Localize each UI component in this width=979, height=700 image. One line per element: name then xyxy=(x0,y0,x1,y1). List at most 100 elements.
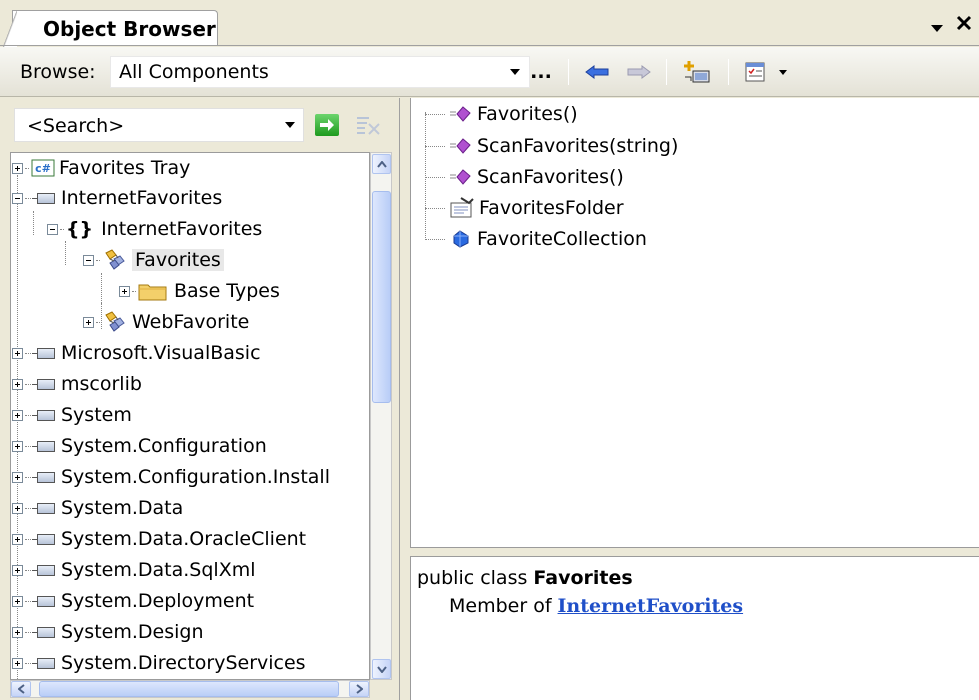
scroll-up-button[interactable] xyxy=(372,154,391,174)
expand-plus-icon[interactable] xyxy=(12,595,23,607)
scroll-right-button[interactable] xyxy=(349,681,369,697)
chevron-down-icon xyxy=(510,69,520,75)
namespace-link[interactable]: InternetFavorites xyxy=(558,595,744,617)
clear-search-icon xyxy=(357,117,380,135)
tree-line xyxy=(65,241,66,265)
description-member-of: Member of InternetFavorites xyxy=(449,595,743,617)
toolbar-separator xyxy=(728,59,729,85)
tree-item-assembly[interactable]: Microsoft.VisualBasic xyxy=(12,339,261,367)
expand-plus-icon[interactable] xyxy=(12,533,23,545)
collapse-minus-icon[interactable] xyxy=(83,254,94,266)
tree-item-assembly[interactable]: System.Data xyxy=(12,494,183,522)
tree-item-webfavorite[interactable]: WebFavorite xyxy=(83,308,249,336)
clear-search-button[interactable] xyxy=(355,114,381,136)
members-pane[interactable]: Favorites() ScanFavorites(string) ScanFa… xyxy=(410,98,979,548)
expand-plus-icon[interactable] xyxy=(12,162,23,174)
tree-item-assembly[interactable]: System.Configuration.Install xyxy=(12,463,330,491)
member-label: FavoriteCollection xyxy=(477,228,647,250)
expand-plus-icon[interactable] xyxy=(12,471,23,483)
member-item[interactable]: Favorites() xyxy=(425,100,578,128)
tab-title: Object Browser xyxy=(43,17,216,41)
tree-item-label: System.Configuration.Install xyxy=(61,466,330,488)
back-button[interactable] xyxy=(582,57,612,87)
field-icon xyxy=(453,230,469,248)
add-reference-button[interactable] xyxy=(680,57,714,87)
expand-plus-icon[interactable] xyxy=(83,316,94,328)
tree-item-assembly[interactable]: System.DirectoryServices xyxy=(12,649,306,677)
chevron-down-icon xyxy=(779,69,787,75)
settings-dropdown-button[interactable] xyxy=(774,57,792,87)
browse-dropdown-button[interactable] xyxy=(505,57,525,87)
expand-plus-icon[interactable] xyxy=(12,657,23,669)
scroll-thumb[interactable] xyxy=(39,681,339,697)
member-item[interactable]: FavoriteCollection xyxy=(425,225,647,253)
method-icon xyxy=(450,138,471,154)
tree-item-assembly[interactable]: System.Data.SqlXml xyxy=(12,556,256,584)
collapse-minus-icon[interactable] xyxy=(47,223,58,235)
objects-tree[interactable]: c# Favorites Tray InternetFavorites {} I… xyxy=(10,152,370,680)
tree-item-assembly[interactable]: System.Deployment xyxy=(12,587,254,615)
folder-icon xyxy=(138,284,167,301)
assembly-icon xyxy=(32,378,55,390)
settings-button[interactable] xyxy=(740,57,770,87)
scroll-down-button[interactable] xyxy=(372,659,391,679)
browse-scope-select[interactable]: All Components xyxy=(110,56,530,88)
back-arrow-icon xyxy=(585,65,609,79)
scroll-left-button[interactable] xyxy=(11,681,31,697)
tree-item-favorites-tray[interactable]: c# Favorites Tray xyxy=(12,154,190,182)
method-icon xyxy=(450,169,471,185)
tree-item-internetfavorites-namespace[interactable]: {} InternetFavorites xyxy=(47,215,262,243)
chevron-right-icon xyxy=(355,684,363,694)
tree-horizontal-scrollbar[interactable] xyxy=(10,680,370,698)
class-icon xyxy=(105,311,125,332)
tree-item-label: System.Configuration xyxy=(61,435,267,457)
tree-vertical-scrollbar[interactable] xyxy=(370,152,392,680)
expand-plus-icon[interactable] xyxy=(12,502,23,514)
tree-item-assembly[interactable]: System.Data.OracleClient xyxy=(12,525,306,553)
tree-connector xyxy=(60,228,64,230)
expand-plus-icon[interactable] xyxy=(119,285,130,297)
forward-button[interactable] xyxy=(624,57,654,87)
tree-item-internetfavorites-assembly[interactable]: InternetFavorites xyxy=(12,184,222,212)
member-item[interactable]: ScanFavorites(string) xyxy=(425,132,678,160)
assembly-icon xyxy=(32,626,55,638)
add-reference-icon xyxy=(684,61,710,83)
method-icon xyxy=(450,106,471,122)
tree-item-assembly[interactable]: mscorlib xyxy=(12,370,142,398)
tree-item-label: InternetFavorites xyxy=(101,218,263,240)
expand-plus-icon[interactable] xyxy=(12,378,23,390)
tree-item-assembly[interactable]: System.Design xyxy=(12,618,204,646)
tree-connector xyxy=(25,167,29,169)
member-label: Favorites() xyxy=(477,103,578,125)
assembly-icon xyxy=(32,502,55,514)
tree-item-assembly[interactable]: System xyxy=(12,401,132,429)
tree-connector xyxy=(425,113,445,115)
expand-plus-icon[interactable] xyxy=(12,409,23,421)
dropdown-arrow-icon[interactable] xyxy=(930,18,944,39)
tree-connector xyxy=(132,290,136,292)
tree-connector xyxy=(425,207,445,209)
assembly-icon xyxy=(32,564,55,576)
object-browser-tab[interactable]: Object Browser xyxy=(3,10,218,47)
member-item[interactable]: FavoritesFolder xyxy=(425,194,624,222)
scroll-thumb[interactable] xyxy=(372,191,391,403)
expand-plus-icon[interactable] xyxy=(12,626,23,638)
expand-plus-icon[interactable] xyxy=(12,347,23,359)
tree-item-assembly[interactable]: System.Configuration xyxy=(12,432,267,460)
chevron-down-icon[interactable] xyxy=(285,122,295,128)
csharp-project-icon: c# xyxy=(31,159,55,177)
search-input[interactable]: <Search> xyxy=(14,108,304,142)
tool-window-header: Object Browser xyxy=(0,0,979,47)
tree-item-base-types[interactable]: Base Types xyxy=(119,277,280,305)
tree-connector xyxy=(425,238,445,240)
member-item[interactable]: ScanFavorites() xyxy=(425,163,624,191)
customize-browse-button[interactable]: ... xyxy=(528,57,554,87)
close-icon[interactable] xyxy=(955,14,973,37)
chevron-left-icon xyxy=(17,684,25,694)
tree-item-favorites-class[interactable]: Favorites xyxy=(83,246,224,274)
search-go-button[interactable] xyxy=(315,114,339,136)
expand-plus-icon[interactable] xyxy=(12,440,23,452)
collapse-minus-icon[interactable] xyxy=(12,192,23,204)
tree-item-label: System.Deployment xyxy=(61,590,255,612)
expand-plus-icon[interactable] xyxy=(12,564,23,576)
